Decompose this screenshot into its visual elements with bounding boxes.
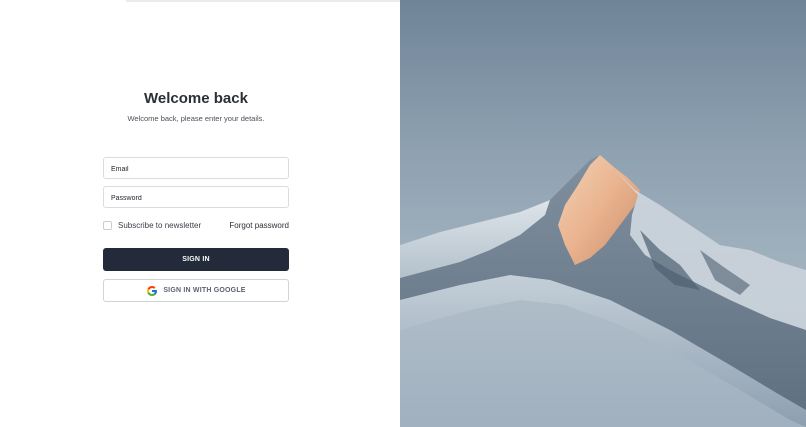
password-field-wrapper xyxy=(103,186,289,209)
top-divider xyxy=(126,0,400,2)
options-row: Subscribe to newsletter Forgot password xyxy=(103,219,289,233)
password-field[interactable] xyxy=(104,188,288,209)
email-field-wrapper xyxy=(103,157,289,180)
newsletter-checkbox[interactable] xyxy=(103,221,112,230)
newsletter-label[interactable]: Subscribe to newsletter xyxy=(118,221,201,230)
mountain-illustration xyxy=(400,155,806,427)
hero-image xyxy=(400,0,806,427)
google-sign-in-label: SIGN IN WITH GOOGLE xyxy=(163,287,246,294)
page-subtitle: Welcome back, please enter your details. xyxy=(127,114,265,123)
page-title: Welcome back xyxy=(144,90,248,107)
forgot-password-link[interactable]: Forgot password xyxy=(229,221,289,230)
google-icon xyxy=(147,285,158,296)
google-sign-in-button[interactable]: SIGN IN WITH GOOGLE xyxy=(103,279,289,302)
login-panel: Welcome back Welcome back, please enter … xyxy=(0,0,400,427)
email-field[interactable] xyxy=(104,159,288,180)
sign-in-button[interactable]: SIGN IN xyxy=(103,248,289,271)
